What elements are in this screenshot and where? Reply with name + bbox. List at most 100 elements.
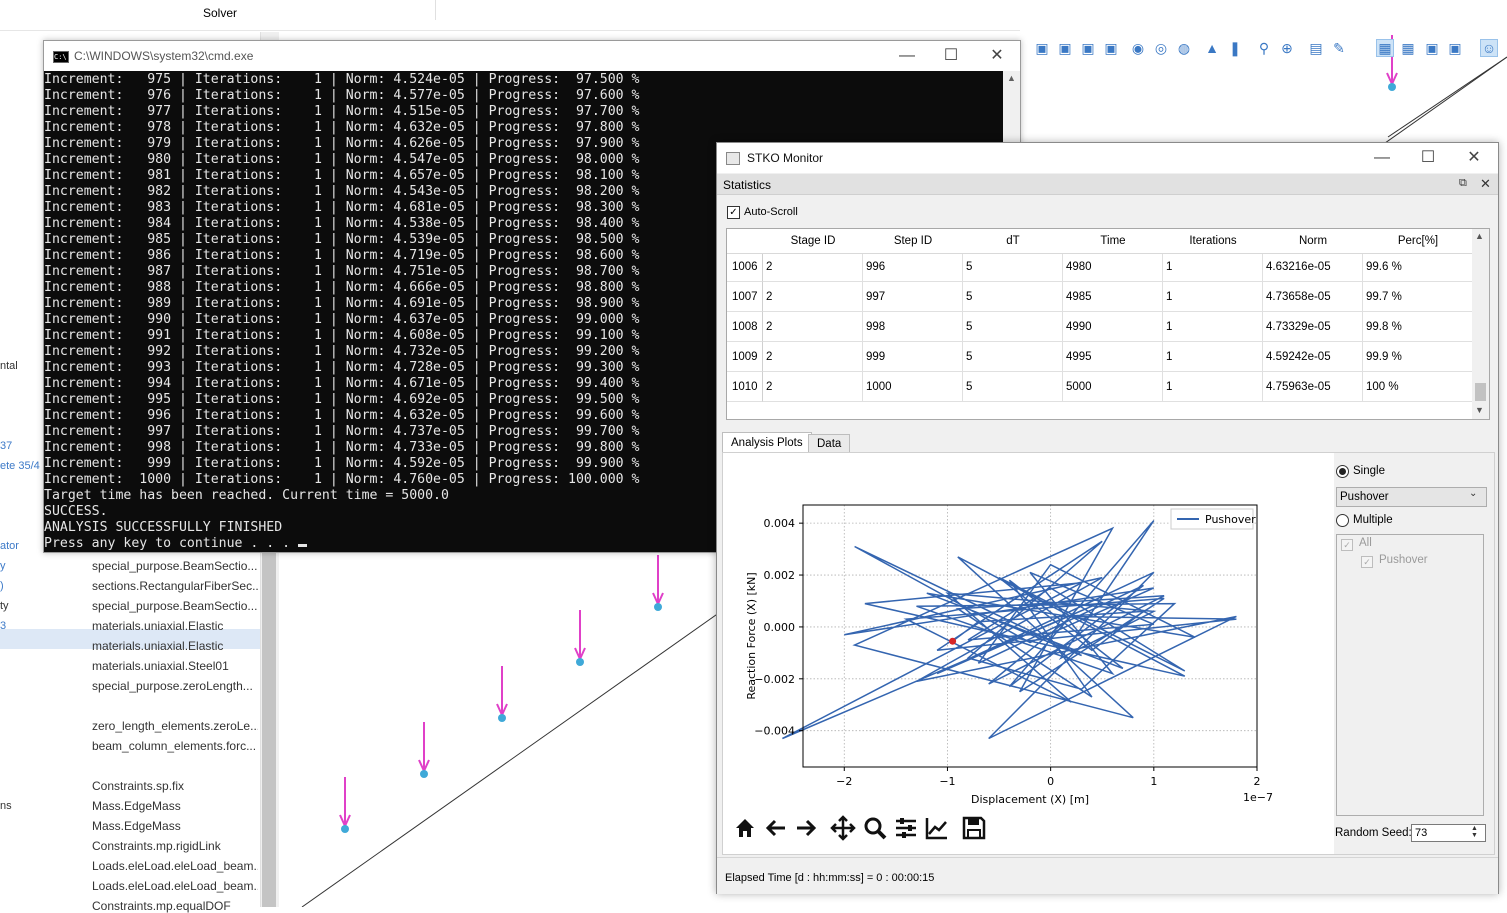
cmd-scroll-up-icon[interactable]: ▲ (1003, 73, 1020, 87)
zoom-fit-icon[interactable]: ⚲ (1256, 40, 1272, 56)
table-cell[interactable]: 1 (1163, 342, 1263, 372)
beam-node[interactable] (654, 603, 662, 611)
tab-data[interactable]: Data (808, 434, 851, 453)
table-row-header[interactable]: 1010 (727, 372, 763, 402)
table-cell[interactable]: 4995 (1063, 342, 1163, 372)
perspective-icon[interactable]: ▲ (1204, 40, 1220, 56)
monitor-maximize-button[interactable]: ☐ (1405, 143, 1451, 173)
table-cell[interactable]: 2 (763, 312, 863, 342)
edit-axis-icon[interactable] (924, 815, 950, 841)
tree-item[interactable]: materials.uniaxial.Elastic (92, 619, 258, 633)
beam-node[interactable] (341, 825, 349, 833)
table-cell[interactable]: 1 (1163, 282, 1263, 312)
stko-monitor-window[interactable]: STKO Monitor — ☐ ✕ Statistics ⧉ ✕ ✓ Auto… (716, 142, 1499, 894)
table-cell[interactable]: 2 (763, 252, 863, 282)
table-column-header[interactable]: Time (1063, 229, 1164, 254)
table-cell[interactable]: 4980 (1063, 252, 1163, 282)
beam-node[interactable] (576, 658, 584, 666)
table-cell[interactable]: 5 (963, 252, 1063, 282)
beam-node[interactable] (1388, 83, 1396, 91)
table-cell[interactable]: 998 (863, 312, 963, 342)
dock-float-icon[interactable]: ⧉ (1459, 177, 1467, 190)
table-column-header[interactable]: Stage ID (763, 229, 864, 254)
monitor-title-bar[interactable]: STKO Monitor — ☐ ✕ (717, 143, 1498, 173)
table-cell[interactable]: 1000 (863, 372, 963, 402)
seed-spinner-icon[interactable]: ▲ ▼ (1469, 825, 1480, 839)
tab-analysis-plots[interactable]: Analysis Plots (722, 432, 812, 453)
table-column-header[interactable]: Step ID (863, 229, 964, 254)
table-cell[interactable]: 99.6 % (1363, 252, 1473, 282)
dock-close-icon[interactable]: ✕ (1480, 176, 1491, 192)
table-column-header[interactable]: Norm (1263, 229, 1364, 254)
table-cell[interactable]: 5000 (1063, 372, 1163, 402)
tree-item[interactable]: special_purpose.BeamSectio... (92, 599, 258, 613)
all-checkbox[interactable]: ✓ (1341, 539, 1353, 551)
home-icon[interactable] (732, 815, 758, 841)
tree-item[interactable]: Loads.eleLoad.eleLoad_beam... (92, 879, 258, 893)
table-cell[interactable]: 2 (763, 282, 863, 312)
chevron-down-icon[interactable]: ⌄ (1469, 488, 1477, 499)
monitor-close-button[interactable]: ✕ (1451, 143, 1497, 173)
tree-item[interactable]: special_purpose.BeamSectio... (92, 559, 258, 573)
table-cell[interactable]: 5 (963, 342, 1063, 372)
single-radio[interactable] (1336, 465, 1349, 478)
table-cell[interactable]: 5 (963, 372, 1063, 402)
table-column-header[interactable]: Perc[%] (1363, 229, 1474, 254)
configure-subplots-icon[interactable] (893, 815, 919, 841)
table-cell[interactable]: 4.73658e-05 (1263, 282, 1363, 312)
cmd-minimize-button[interactable]: — (884, 41, 930, 71)
table-cell[interactable]: 99.9 % (1363, 342, 1473, 372)
grid-icon[interactable]: ▦ (1376, 39, 1394, 57)
tree-item[interactable]: zero_length_elements.zeroLe... (92, 719, 258, 733)
table-cell[interactable]: 4985 (1063, 282, 1163, 312)
table-scrollbar-thumb[interactable] (1475, 383, 1486, 401)
beam-node[interactable] (498, 714, 506, 722)
cube-left-icon[interactable]: ▣ (1080, 40, 1096, 56)
table-cell[interactable]: 4.63216e-05 (1263, 252, 1363, 282)
table-cell[interactable]: 996 (863, 252, 963, 282)
table-cell[interactable]: 99.7 % (1363, 282, 1473, 312)
tree-item[interactable]: Mass.EdgeMass (92, 819, 258, 833)
cmd-close-button[interactable]: ✕ (974, 41, 1020, 71)
tree-item[interactable]: Loads.eleLoad.eleLoad_beam... (92, 859, 258, 873)
tree-item[interactable]: beam_column_elements.forc... (92, 739, 258, 753)
cmd-maximize-button[interactable]: ☐ (928, 41, 974, 71)
table-cell[interactable]: 4.73329e-05 (1263, 312, 1363, 342)
tree-item[interactable]: materials.uniaxial.Steel01 (92, 659, 258, 673)
table-cell[interactable]: 4990 (1063, 312, 1163, 342)
cube-front-icon[interactable]: ▣ (1034, 40, 1050, 56)
brush-icon[interactable]: ✎ (1331, 40, 1347, 56)
autoscroll-checkbox[interactable]: ✓ (727, 206, 740, 219)
statistics-table[interactable]: 100529955497514.69185e-0599.5 %100629965… (726, 228, 1490, 420)
pan-icon[interactable] (830, 815, 856, 841)
table-cell[interactable]: 2 (763, 372, 863, 402)
table-cell[interactable]: 2 (763, 342, 863, 372)
screen-icon[interactable]: ▣ (1424, 40, 1440, 56)
table-row-header[interactable]: 1008 (727, 312, 763, 342)
table-column-header[interactable]: Iterations (1163, 229, 1264, 254)
monitor-minimize-button[interactable]: — (1359, 143, 1405, 173)
table-cell[interactable]: 997 (863, 282, 963, 312)
tree-scrollbar-thumb[interactable] (262, 550, 276, 907)
beam-node[interactable] (420, 770, 428, 778)
zoom-icon[interactable]: ⊕ (1279, 40, 1295, 56)
table-cell[interactable]: 1 (1163, 252, 1263, 282)
cube-right-icon[interactable]: ▣ (1103, 40, 1119, 56)
forward-arrow-icon[interactable] (793, 815, 819, 841)
table-scroll-up-icon[interactable]: ▲ (1475, 231, 1484, 241)
table-cell[interactable]: 5 (963, 282, 1063, 312)
eye-icon[interactable]: ◎ (1153, 40, 1169, 56)
table-column-header[interactable]: dT (963, 229, 1064, 254)
monitor-icon[interactable]: ▤ (1308, 40, 1324, 56)
pushover-chart[interactable]: −2 −1 0 1 2 −0.004 −0.002 0.000 0.002 0.004 Displa… (723, 453, 1335, 854)
pushover-series-checkbox[interactable]: ✓ (1361, 556, 1373, 568)
zoom-icon[interactable] (862, 815, 888, 841)
multiple-radio[interactable] (1336, 514, 1349, 527)
cmd-title-bar[interactable]: C:\ C:\WINDOWS\system32\cmd.exe — ☐ ✕ (44, 41, 1020, 71)
tree-item[interactable]: Constraints.sp.fix (92, 779, 258, 793)
table-row-header[interactable]: 1007 (727, 282, 763, 312)
table-cell[interactable]: 1 (1163, 372, 1263, 402)
view-eye-icon[interactable]: ◉ (1130, 40, 1146, 56)
tree-item[interactable]: Mass.EdgeMass (92, 799, 258, 813)
table-scroll-down-icon[interactable]: ▼ (1475, 405, 1484, 415)
